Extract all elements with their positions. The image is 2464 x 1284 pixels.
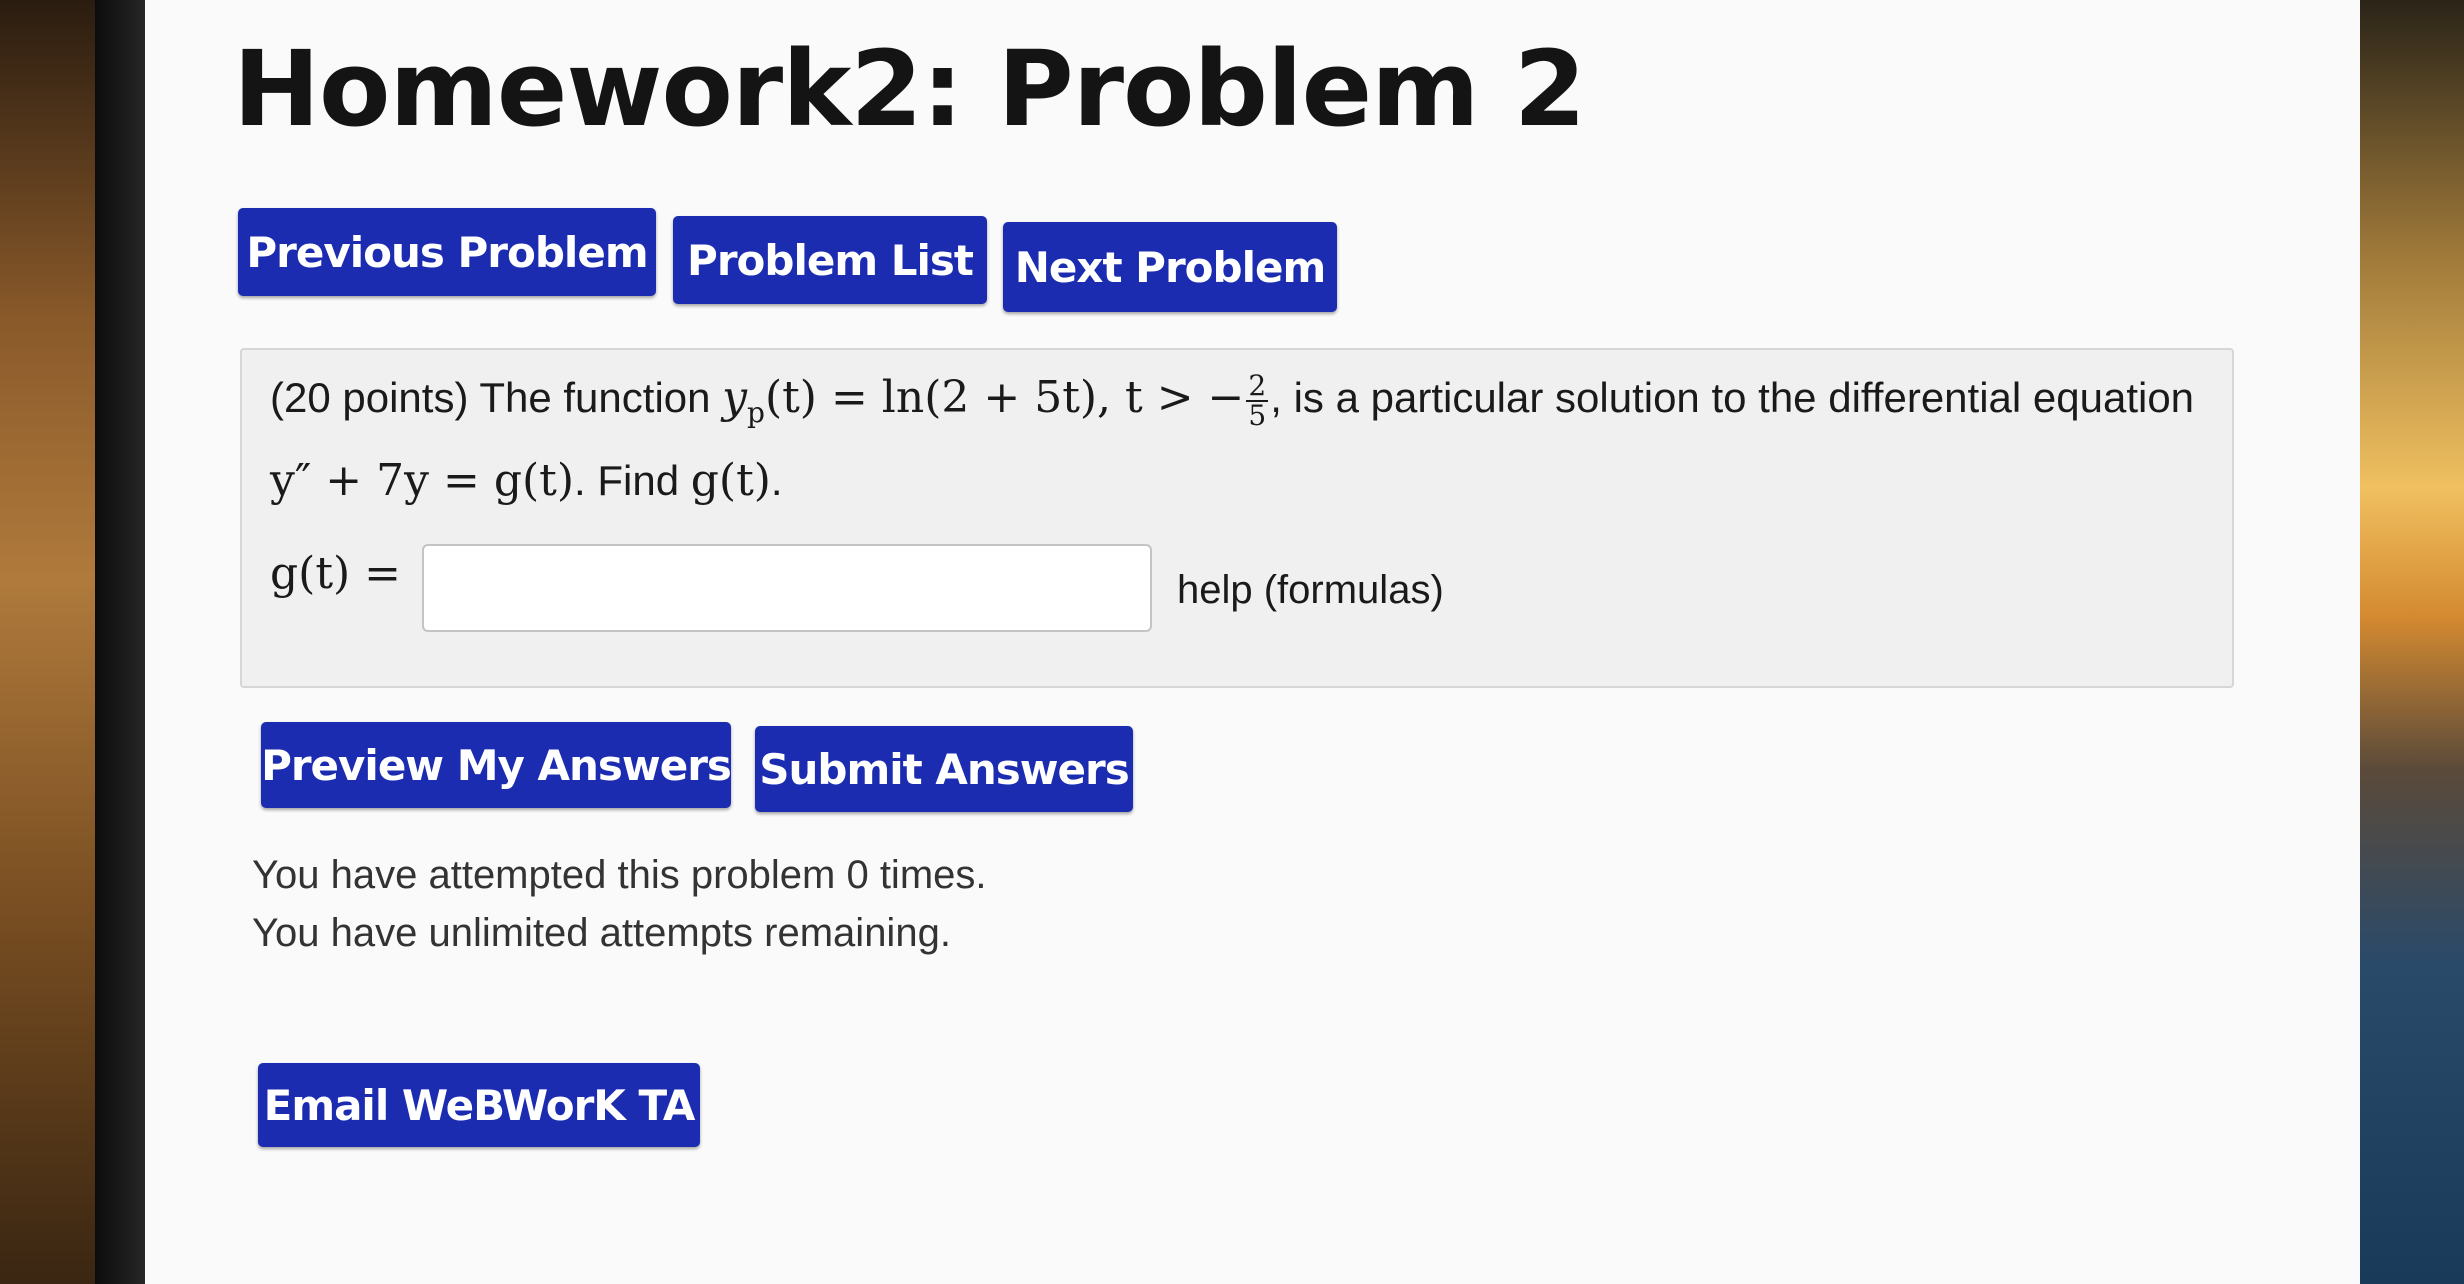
attempts-text: You have attempted this problem 0 times. <box>252 853 987 897</box>
yp-expression: (t) = ln(2 + 5t), t > − <box>764 372 1245 423</box>
page-title: Homework2: Problem 2 <box>233 28 1586 150</box>
yp-symbol: yp <box>722 372 765 429</box>
submit-answers-button[interactable]: Submit Answers <box>755 726 1133 812</box>
problem-statement: (20 points) The function yp(t) = ln(2 + … <box>270 364 2220 515</box>
help-formulas-link[interactable]: help (formulas) <box>1177 568 1444 613</box>
photo-scene: x Homework2: Problem 2 Previous Problem … <box>0 0 2464 1284</box>
problem-intro: (20 points) The function <box>270 374 723 421</box>
differential-equation: y″ + 7y = g(t) <box>270 454 575 506</box>
answer-input[interactable] <box>422 544 1152 632</box>
preview-answers-button[interactable]: Preview My Answers <box>261 722 732 808</box>
find-text: . Find <box>574 456 691 504</box>
fraction: 25 <box>1246 368 1269 432</box>
find-end: . <box>770 456 783 504</box>
problem-list-button[interactable]: Problem List <box>673 216 987 304</box>
email-ta-button[interactable]: Email WeBWorK TA <box>258 1063 700 1147</box>
problem-after-fraction: , is a particular solution to the differ… <box>1270 374 2195 421</box>
webwork-page: Homework2: Problem 2 Previous Problem Pr… <box>145 0 2360 1284</box>
next-problem-button[interactable]: Next Problem <box>1003 222 1337 312</box>
previous-problem-button[interactable]: Previous Problem <box>238 208 656 296</box>
find-expression: g(t) <box>690 454 771 506</box>
remaining-attempts-text: You have unlimited attempts remaining. <box>252 911 951 955</box>
problem-box: (20 points) The function yp(t) = ln(2 + … <box>240 348 2234 688</box>
answer-label: g(t) = <box>270 548 402 599</box>
